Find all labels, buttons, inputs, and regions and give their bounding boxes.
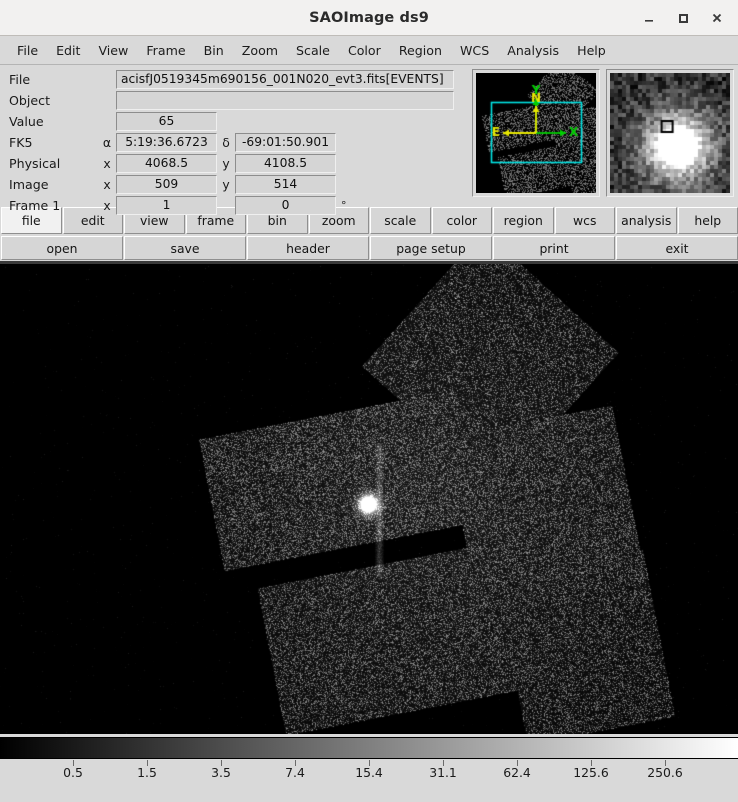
- physical-x-field[interactable]: 4068.5: [116, 154, 217, 173]
- frame-angle-field[interactable]: 0: [235, 196, 336, 215]
- colorbar-tick-label: 15.4: [355, 765, 383, 780]
- panner-canvas[interactable]: [476, 73, 596, 193]
- minimize-icon[interactable]: [634, 4, 664, 32]
- colorbar-tick-label: 250.6: [647, 765, 683, 780]
- image-y-field[interactable]: 514: [235, 175, 336, 194]
- image-x-symbol: x: [103, 177, 111, 192]
- object-label: Object: [9, 93, 51, 108]
- close-icon[interactable]: [702, 4, 732, 32]
- menu-zoom[interactable]: Zoom: [233, 40, 287, 61]
- file-label: File: [9, 72, 31, 87]
- image-x-field[interactable]: 509: [116, 175, 217, 194]
- image-row: Image x 509 y 514: [0, 174, 468, 195]
- physical-y-field[interactable]: 4108.5: [235, 154, 336, 173]
- button-region[interactable]: region: [493, 207, 554, 234]
- fk5-delta-field[interactable]: -69:01:50.901: [235, 133, 336, 152]
- physical-row: Physical x 4068.5 y 4108.5: [0, 153, 468, 174]
- value-label: Value: [9, 114, 44, 129]
- menu-analysis[interactable]: Analysis: [498, 40, 568, 61]
- window-title: SAOImage ds9: [309, 9, 429, 26]
- menu-frame[interactable]: Frame: [137, 40, 194, 61]
- button-print[interactable]: print: [493, 236, 615, 260]
- colorbar-gradient[interactable]: [0, 737, 738, 759]
- image-label: Image: [9, 177, 49, 192]
- colorbar-tick-label: 31.1: [429, 765, 457, 780]
- menu-file[interactable]: File: [8, 40, 47, 61]
- menu-region[interactable]: Region: [390, 40, 451, 61]
- thumbnail-panels: [472, 69, 734, 197]
- ds9-window: SAOImage ds9 File Edit View Frame Bin Zo…: [0, 0, 738, 802]
- secondary-button-bar: open save header page setup print exit: [0, 235, 738, 261]
- frame-label: Frame 1: [9, 198, 61, 213]
- menu-view[interactable]: View: [89, 40, 137, 61]
- image-display-area[interactable]: [0, 264, 738, 734]
- panner-view[interactable]: [476, 73, 596, 193]
- fk5-row: FK5 α 5:19:36.6723 δ -69:01:50.901: [0, 132, 468, 153]
- title-bar: SAOImage ds9: [0, 0, 738, 36]
- colorbar-tick-label: 7.4: [285, 765, 305, 780]
- button-page-setup[interactable]: page setup: [370, 236, 492, 260]
- value-row: Value 65: [0, 111, 468, 132]
- menu-bin[interactable]: Bin: [195, 40, 233, 61]
- maximize-icon[interactable]: [668, 4, 698, 32]
- info-panel: File acisfJ0519345m690156_001N020_evt3.f…: [0, 65, 738, 215]
- colorbar-tick-label: 1.5: [137, 765, 157, 780]
- file-field[interactable]: acisfJ0519345m690156_001N020_evt3.fits[E…: [116, 70, 454, 89]
- magnifier-canvas[interactable]: [610, 73, 730, 193]
- colorbar-area: 0.5 1.5 3.5 7.4 15.4 31.1 62.4 125.6 250.6: [0, 734, 738, 786]
- magnifier-panel[interactable]: [606, 69, 734, 197]
- physical-y-symbol: y: [222, 156, 230, 171]
- button-wcs[interactable]: wcs: [554, 207, 615, 234]
- alpha-symbol: α: [102, 135, 112, 150]
- menu-scale[interactable]: Scale: [287, 40, 339, 61]
- menu-edit[interactable]: Edit: [47, 40, 89, 61]
- object-row: Object: [0, 90, 468, 111]
- colorbar-tick-label: 0.5: [63, 765, 83, 780]
- fk5-label: FK5: [9, 135, 33, 150]
- colorbar-tick-label: 125.6: [573, 765, 609, 780]
- colorbar-tick-label: 62.4: [503, 765, 531, 780]
- degree-symbol: °: [341, 199, 347, 212]
- menu-wcs[interactable]: WCS: [451, 40, 498, 61]
- button-help[interactable]: help: [677, 207, 738, 234]
- fk5-alpha-field[interactable]: 5:19:36.6723: [116, 133, 217, 152]
- button-header[interactable]: header: [247, 236, 369, 260]
- window-controls: [634, 0, 732, 36]
- button-analysis[interactable]: analysis: [616, 207, 677, 234]
- frame-zoom-field[interactable]: 1: [116, 196, 217, 215]
- button-open[interactable]: open: [1, 236, 123, 260]
- panner-panel[interactable]: [472, 69, 600, 197]
- coordinate-readout: File acisfJ0519345m690156_001N020_evt3.f…: [0, 69, 468, 216]
- button-save[interactable]: save: [124, 236, 246, 260]
- delta-symbol: δ: [222, 135, 230, 150]
- value-field[interactable]: 65: [116, 112, 217, 131]
- menu-bar: File Edit View Frame Bin Zoom Scale Colo…: [0, 36, 738, 65]
- physical-label: Physical: [9, 156, 61, 171]
- colorbar-tick-label: 3.5: [211, 765, 231, 780]
- file-row: File acisfJ0519345m690156_001N020_evt3.f…: [0, 69, 468, 90]
- button-exit[interactable]: exit: [616, 236, 738, 260]
- physical-x-symbol: x: [103, 156, 111, 171]
- frame-row: Frame 1 x 1 0 °: [0, 195, 468, 216]
- menu-help[interactable]: Help: [568, 40, 615, 61]
- fits-image-canvas[interactable]: [0, 264, 738, 734]
- object-field[interactable]: [116, 91, 454, 110]
- frame-x-symbol: x: [103, 198, 111, 213]
- colorbar-labels: 0.5 1.5 3.5 7.4 15.4 31.1 62.4 125.6 250.6: [0, 765, 738, 785]
- image-y-symbol: y: [222, 177, 230, 192]
- magnifier-view[interactable]: [610, 73, 730, 193]
- menu-color[interactable]: Color: [339, 40, 390, 61]
